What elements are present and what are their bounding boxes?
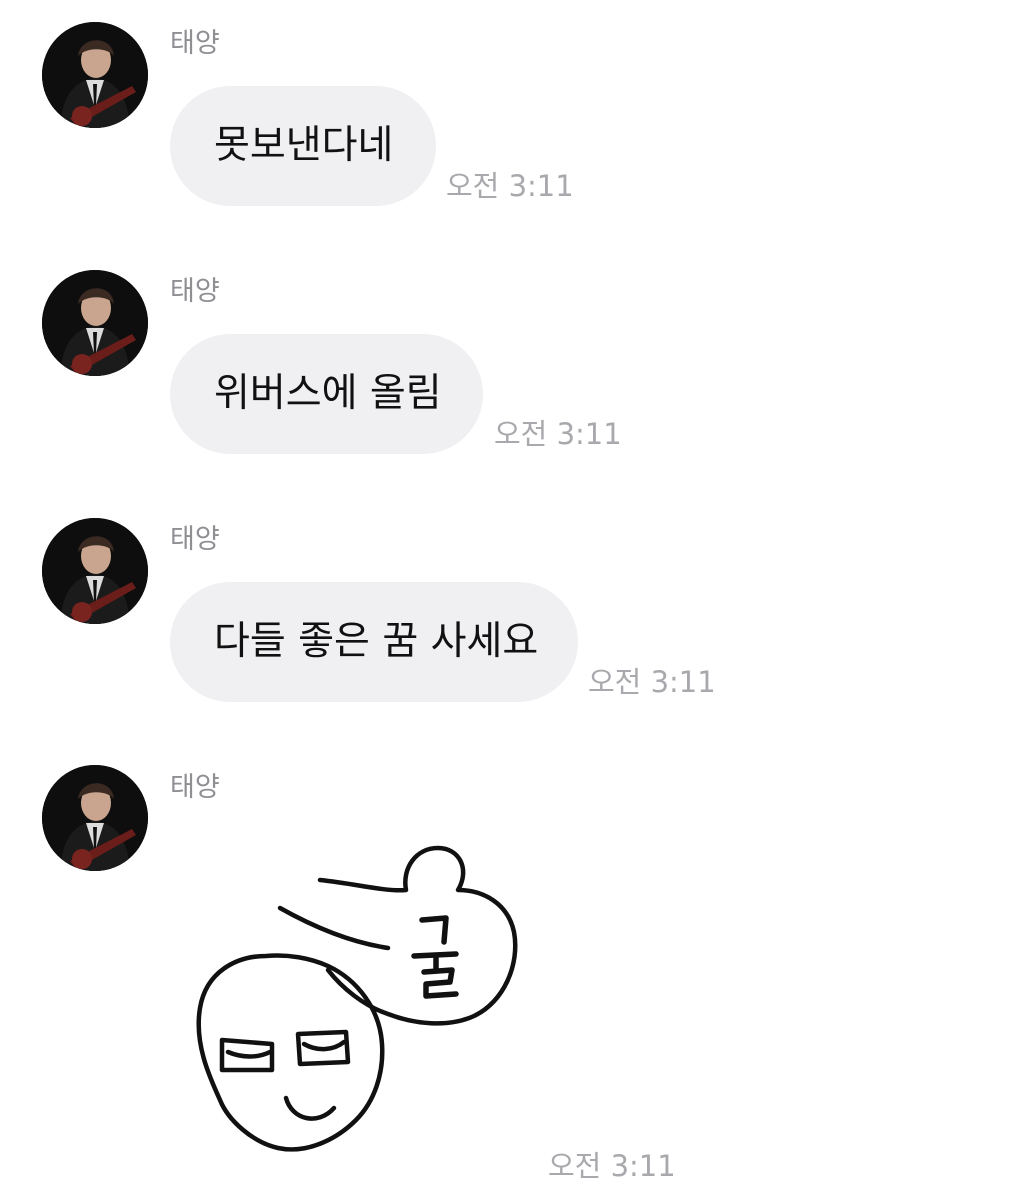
avatar-photo-icon [42,765,148,871]
sender-name: 태양 [170,524,220,555]
message-timestamp: 오전 3:11 [446,169,574,203]
message-timestamp: 오전 3:11 [548,1149,676,1183]
avatar-photo-icon [42,22,148,128]
message-timestamp: 오전 3:11 [588,665,716,699]
sender-name: 태양 [170,772,220,803]
avatar-photo-icon [42,270,148,376]
sender-avatar[interactable] [42,270,148,376]
sender-avatar[interactable] [42,22,148,128]
sticker-glyph [411,915,459,999]
sender-avatar[interactable] [42,518,148,624]
message-timestamp: 오전 3:11 [494,417,622,451]
sender-name: 태양 [170,276,220,307]
message-bubble[interactable]: 못보낸다네 [170,86,436,206]
avatar-photo-icon [42,518,148,624]
thumbs-up-face-sticker[interactable] [188,838,528,1168]
message-bubble[interactable]: 위버스에 올림 [170,334,483,454]
sender-name: 태양 [170,28,220,59]
sender-avatar[interactable] [42,765,148,871]
message-bubble[interactable]: 다들 좋은 꿈 사세요 [170,582,578,702]
